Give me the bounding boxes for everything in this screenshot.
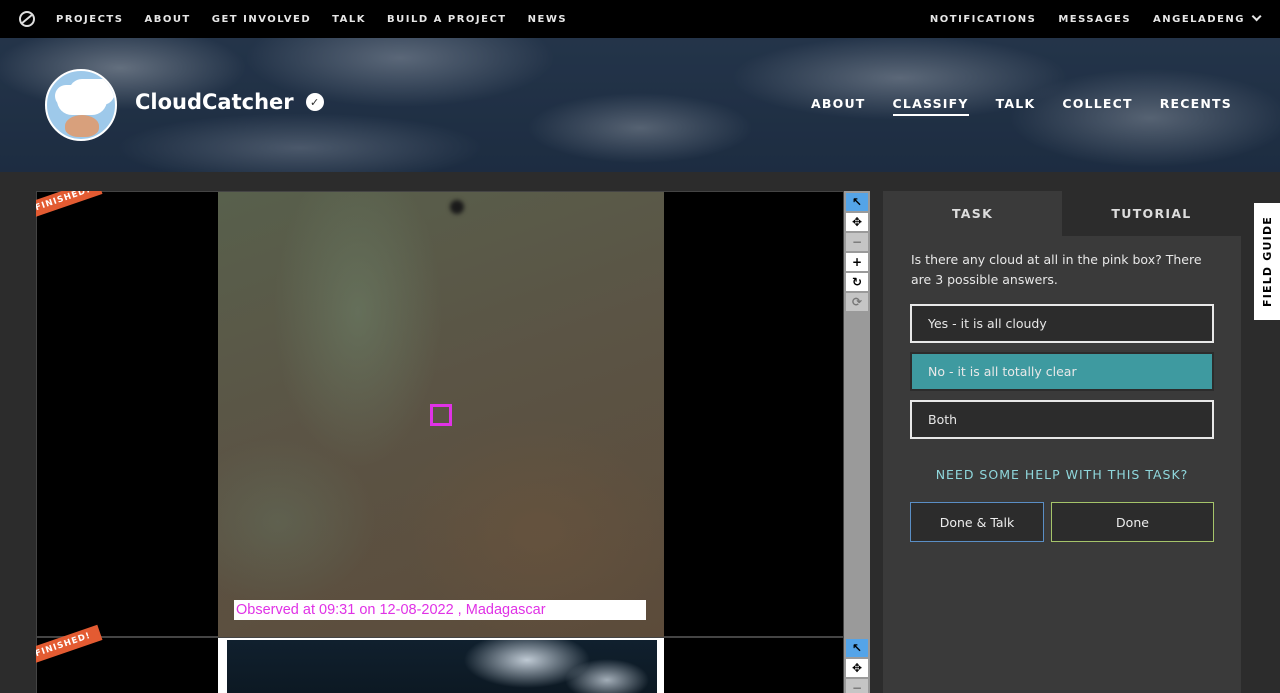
site-nav-right: NOTIFICATIONS MESSAGES ANGELADENG [908, 0, 1262, 38]
nav-build-a-project[interactable]: BUILD A PROJECT [387, 14, 507, 25]
done-button[interactable]: Done [1051, 502, 1214, 542]
cloud-avatar-shape [57, 85, 107, 115]
answer-no-totally-clear[interactable]: No - it is all totally clear [910, 352, 1214, 391]
tab-task[interactable]: TASK [883, 191, 1062, 236]
subject-caption: Observed at 09:31 on 12-08-2022 , Madaga… [234, 600, 646, 620]
image-dark-spot [450, 200, 464, 214]
nav-messages[interactable]: MESSAGES [1058, 14, 1131, 25]
move-icon[interactable]: ✥ [846, 659, 868, 677]
nav-get-involved[interactable]: GET INVOLVED [212, 14, 311, 25]
answer-yes-all-cloudy[interactable]: Yes - it is all cloudy [910, 304, 1214, 343]
zoom-out-icon[interactable]: − [846, 233, 868, 251]
nav-projects[interactable]: PROJECTS [56, 14, 123, 25]
image-toolbar: ↖ ✥ − + ↻ ⟳ [844, 191, 870, 637]
subject-image-2-content [227, 640, 657, 693]
task-tabs: TASK TUTORIAL [883, 191, 1241, 236]
field-guide-tab[interactable]: FIELD GUIDE [1254, 203, 1280, 320]
pointer-icon[interactable]: ↖ [846, 193, 868, 211]
subject-viewer: Observed at 09:31 on 12-08-2022 , Madaga… [36, 191, 870, 693]
site-nav: PROJECTS ABOUT GET INVOLVED TALK BUILD A… [0, 0, 1280, 38]
project-title: CloudCatcher ✓ [135, 90, 324, 114]
image-toolbar-2: ↖ ✥ − [844, 637, 870, 693]
pointer-icon[interactable]: ↖ [846, 639, 868, 657]
subject-image-2[interactable] [218, 638, 664, 693]
nav-about[interactable]: ABOUT [144, 14, 190, 25]
nav-talk[interactable]: TALK [332, 14, 366, 25]
pink-box-marker [430, 404, 452, 426]
globe-avatar-shape [65, 115, 99, 137]
nav-notifications[interactable]: NOTIFICATIONS [930, 14, 1036, 25]
project-nav-collect[interactable]: COLLECT [1062, 96, 1132, 116]
zoom-in-icon[interactable]: + [846, 253, 868, 271]
task-panel: TASK TUTORIAL Is there any cloud at all … [883, 191, 1241, 693]
nav-news[interactable]: NEWS [528, 14, 567, 25]
project-nav-recents[interactable]: RECENTS [1160, 96, 1232, 116]
subject-image[interactable]: Observed at 09:31 on 12-08-2022 , Madaga… [218, 192, 664, 637]
project-avatar[interactable] [45, 69, 117, 141]
reset-icon[interactable]: ⟳ [846, 293, 868, 311]
project-nav-about[interactable]: ABOUT [811, 96, 866, 116]
rotate-icon[interactable]: ↻ [846, 273, 868, 291]
project-header: CloudCatcher ✓ ABOUT CLASSIFY TALK COLLE… [0, 38, 1280, 172]
project-nav-classify[interactable]: CLASSIFY [892, 96, 969, 116]
user-menu[interactable]: ANGELADENG [1153, 10, 1262, 25]
project-nav: ABOUT CLASSIFY TALK COLLECT RECENTS [784, 96, 1232, 116]
username: ANGELADENG [1153, 13, 1245, 25]
project-title-text: CloudCatcher [135, 90, 294, 114]
verified-check-icon: ✓ [305, 93, 324, 111]
task-question: Is there any cloud at all in the pink bo… [911, 252, 1202, 287]
zooniverse-logo-icon[interactable] [18, 10, 36, 28]
chevron-down-icon [1251, 10, 1262, 21]
zoom-out-icon[interactable]: − [846, 679, 868, 693]
tab-tutorial[interactable]: TUTORIAL [1062, 191, 1241, 236]
help-link[interactable]: NEED SOME HELP WITH THIS TASK? [883, 467, 1241, 482]
answer-both[interactable]: Both [910, 400, 1214, 439]
done-and-talk-button[interactable]: Done & Talk [910, 502, 1044, 542]
subject-frame-2 [36, 637, 844, 693]
project-nav-talk[interactable]: TALK [996, 96, 1036, 116]
site-nav-left: PROJECTS ABOUT GET INVOLVED TALK BUILD A… [56, 0, 588, 38]
field-guide-label: FIELD GUIDE [1260, 216, 1274, 307]
move-icon[interactable]: ✥ [846, 213, 868, 231]
subject-frame: Observed at 09:31 on 12-08-2022 , Madaga… [36, 191, 844, 637]
